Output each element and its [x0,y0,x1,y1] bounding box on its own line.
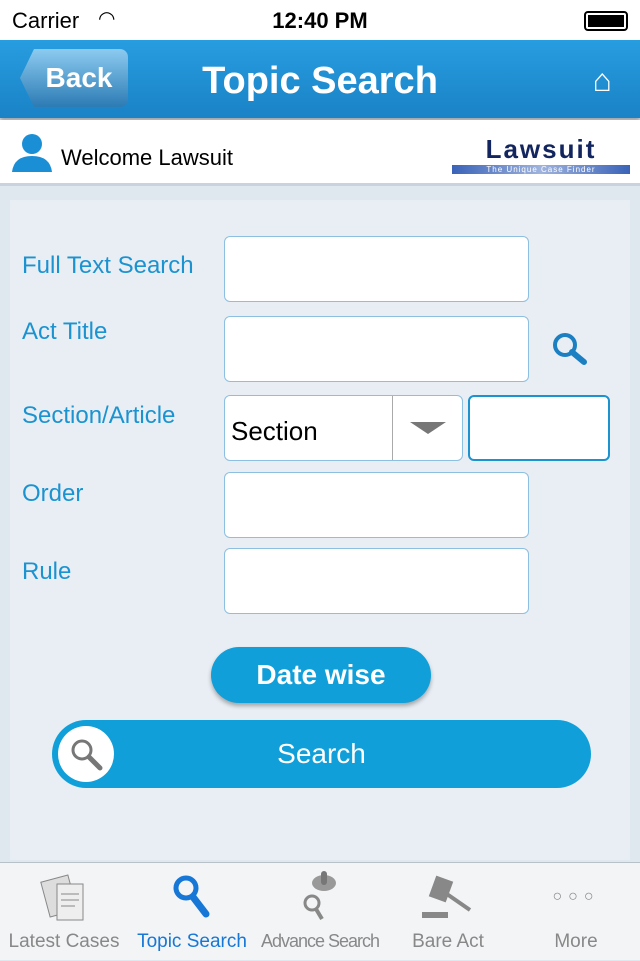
battery-icon [584,11,628,31]
act-search-icon[interactable] [550,330,588,368]
gavel-icon [384,863,512,931]
rule-label: Rule [22,558,72,585]
welcome-bar: Welcome Lawsuit Lawsuit The Unique Case … [0,120,640,186]
section-number-input[interactable] [468,395,610,461]
tab-advance-search[interactable]: Advance Search [256,863,384,961]
section-select-value: Section [231,416,318,446]
order-input[interactable] [224,472,529,538]
nav-bar: Back Topic Search ⌂ [0,40,640,118]
tab-label: Advance Search [260,931,380,951]
act-title-input[interactable] [224,316,529,382]
tab-bar: Latest Cases Topic Search Advance Search… [0,862,640,960]
order-label: Order [22,480,84,507]
user-icon [12,134,52,172]
search-icon [58,726,114,782]
tab-topic-search[interactable]: Topic Search [128,863,256,961]
tab-label: Topic Search [137,931,247,952]
section-label: Section/Article [22,402,176,429]
page-title: Topic Search [202,60,438,102]
welcome-text: Welcome Lawsuit [61,145,233,170]
home-icon[interactable]: ⌂ [593,62,612,99]
search-icon [128,863,256,931]
tab-latest-cases[interactable]: Latest Cases [0,863,128,961]
tab-label: More [554,931,598,952]
tab-more[interactable]: ○○○ More [512,863,640,961]
full-text-label: Full Text Search [22,252,194,279]
advance-search-icon [256,863,384,931]
act-title-label: Act Title [22,318,108,345]
status-bar: Carrier ◠ 12:40 PM [0,0,640,40]
more-icon: ○○○ [552,888,600,905]
tab-label: Bare Act [412,931,484,952]
lawsuit-logo: Lawsuit The Unique Case Finder [452,134,630,174]
tab-label: Latest Cases [8,931,120,952]
search-button-label: Search [277,738,366,769]
section-select[interactable]: Section [224,395,463,461]
full-text-input[interactable] [224,236,529,302]
logo-tagline: The Unique Case Finder [452,165,630,174]
documents-icon [0,863,128,931]
clock: 12:40 PM [272,8,368,33]
logo-name: Lawsuit [485,134,597,164]
tab-bare-act[interactable]: Bare Act [384,863,512,961]
search-button[interactable]: Search [52,720,591,788]
rule-input[interactable] [224,548,529,614]
date-wise-button[interactable]: Date wise [211,647,431,703]
chevron-down-icon[interactable] [392,396,462,460]
